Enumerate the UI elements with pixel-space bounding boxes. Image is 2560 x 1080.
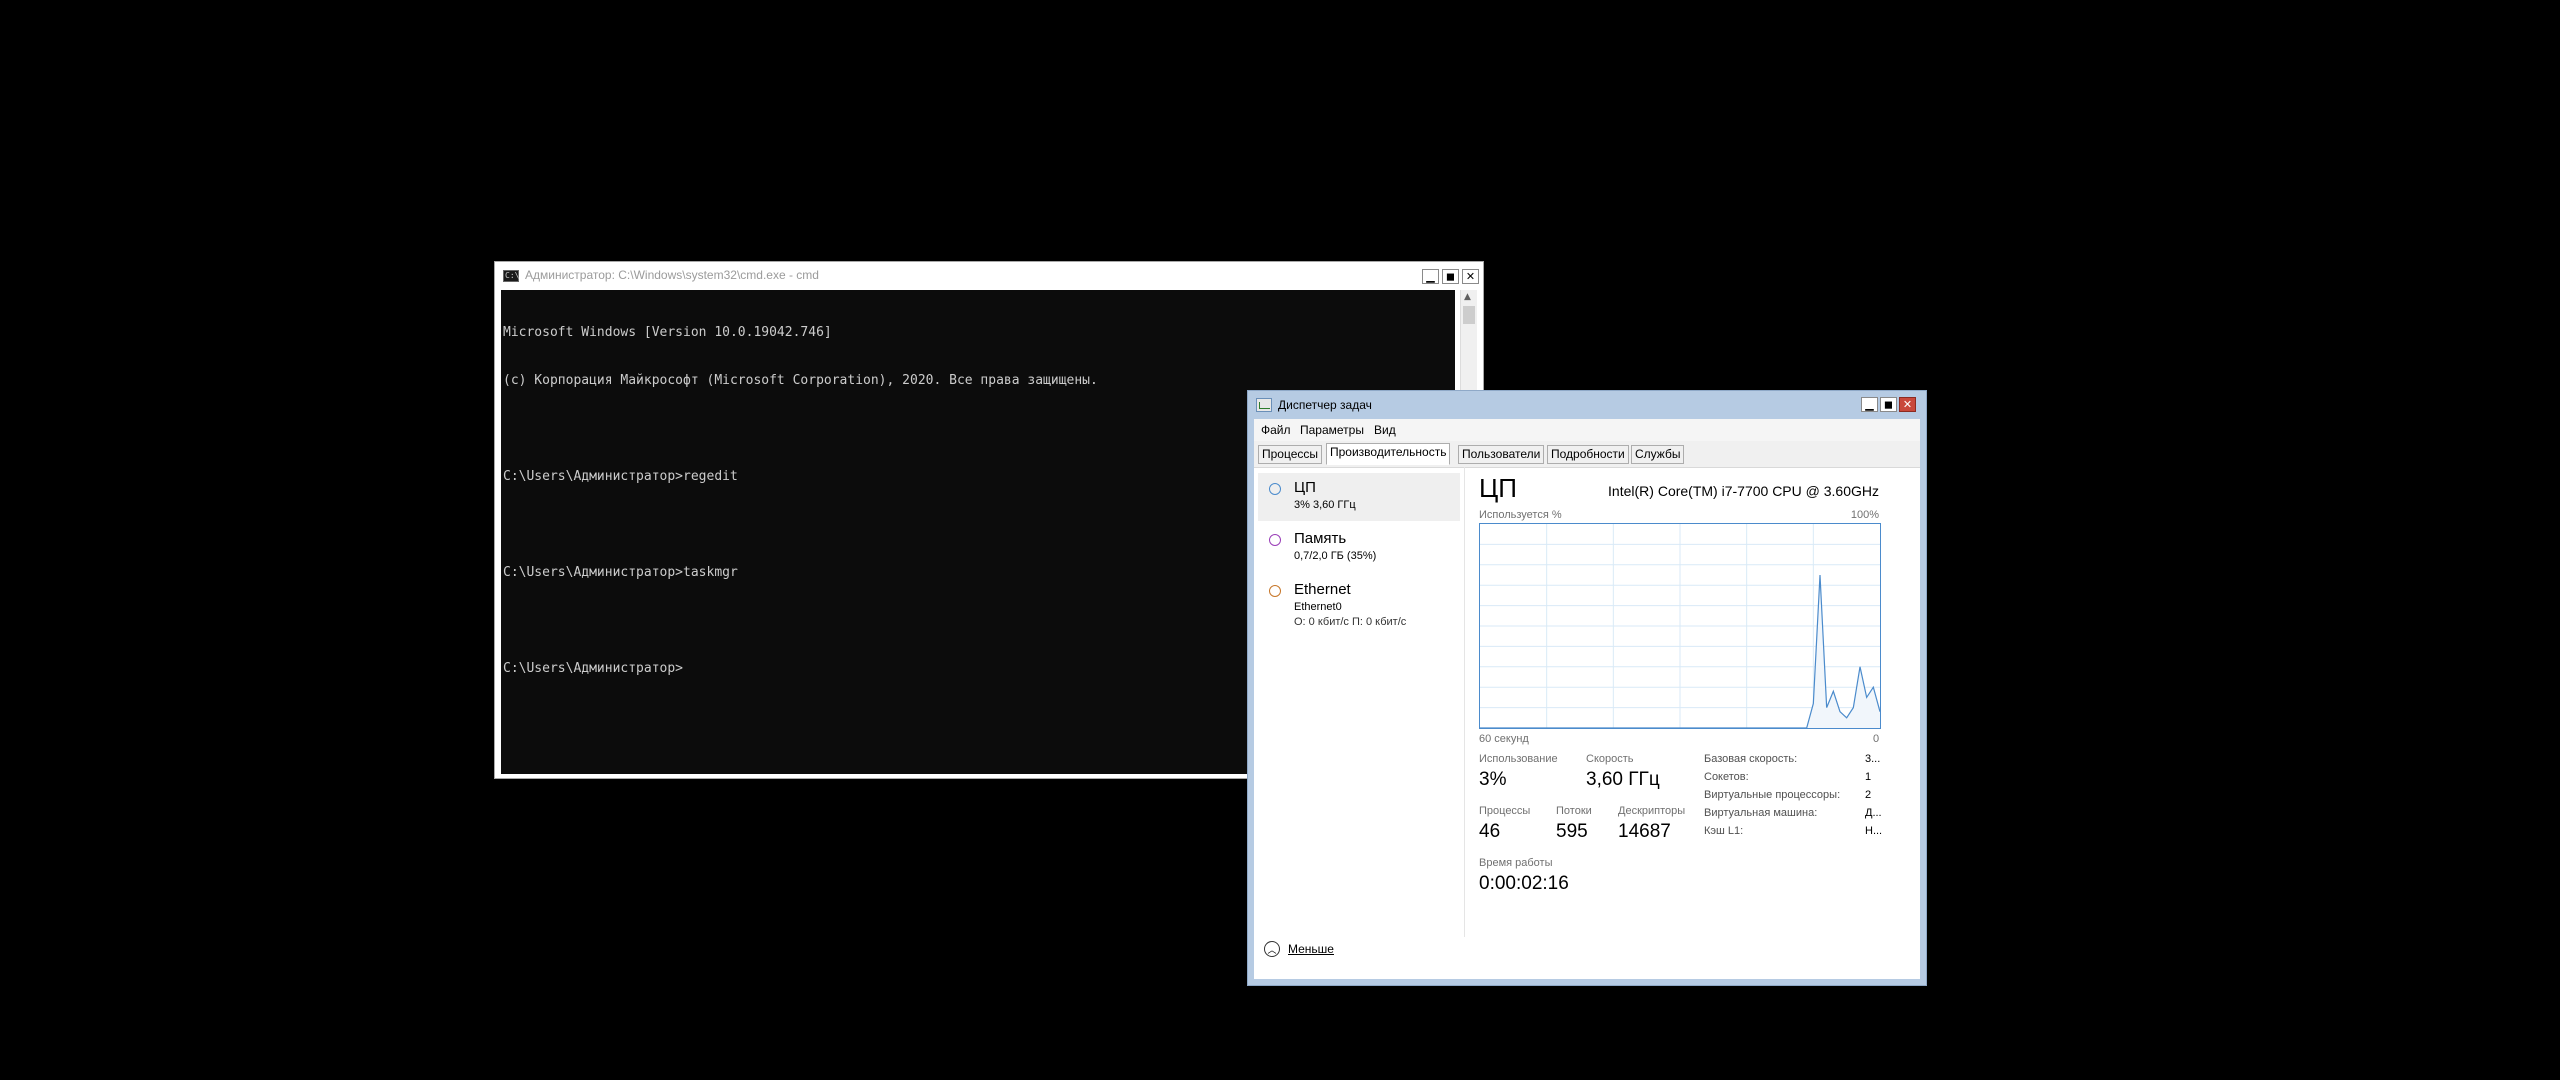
tab-processes[interactable]: Процессы: [1258, 445, 1323, 464]
maximize-button[interactable]: ◼: [1880, 397, 1897, 412]
page-title: ЦП: [1479, 473, 1517, 503]
menu-options[interactable]: Параметры: [1300, 423, 1364, 437]
graph-ymax: 100%: [1850, 509, 1879, 521]
sidebar-item-sub2: О: 0 кбит/с П: 0 кбит/с: [1294, 616, 1407, 628]
taskmgr-app-icon: [1256, 398, 1272, 412]
console-line: Microsoft Windows [Version 10.0.19042.74…: [503, 325, 832, 340]
graph-xzero: 0: [1873, 733, 1880, 745]
menu-view[interactable]: Вид: [1374, 423, 1396, 437]
detail-key: Виртуальные процессоры:: [1704, 789, 1841, 801]
sidebar-item-cpu[interactable]: ЦП 3% 3,60 ГГц: [1258, 473, 1460, 521]
detail-key: Виртуальная машина:: [1704, 807, 1818, 819]
close-button[interactable]: ✕: [1899, 397, 1916, 412]
sidebar-item-label: ЦП: [1294, 479, 1316, 496]
speed-value: 3,60 ГГц: [1586, 769, 1660, 790]
close-button[interactable]: ✕: [1462, 269, 1479, 284]
graph-ylabel: Используется %: [1479, 509, 1562, 521]
taskmgr-client: Файл Параметры Вид Процессы Производител…: [1254, 419, 1920, 979]
minimize-icon: ▁: [1865, 398, 1874, 411]
detail-key: Кэш L1:: [1704, 825, 1744, 837]
tab-services[interactable]: Службы: [1631, 445, 1685, 464]
detail-value: Д...: [1865, 807, 1882, 819]
sidebar-item-label: Ethernet: [1294, 581, 1351, 598]
usage-value: 3%: [1479, 769, 1507, 790]
sidebar-item-memory[interactable]: Память 0,7/2,0 ГБ (35%): [1258, 524, 1460, 572]
detail-value: 3...: [1865, 753, 1881, 765]
detail-value: 1: [1865, 771, 1872, 783]
minimize-button[interactable]: ▁: [1422, 269, 1439, 284]
detail-key: Сокетов:: [1704, 771, 1749, 783]
cpu-details-panel: ЦП Intel(R) Core(TM) i7-7700 CPU @ 3.60G…: [1479, 467, 1899, 937]
performance-sidebar: ЦП 3% 3,60 ГГц Память 0,7/2,0 ГБ (35%) E…: [1254, 467, 1465, 937]
threads-value: 595: [1556, 821, 1588, 842]
cmd-titlebar[interactable]: C:\ Администратор: C:\Windows\system32\c…: [495, 262, 1483, 290]
detail-value: 2: [1865, 789, 1872, 801]
chevron-up-icon: ︿: [1264, 941, 1280, 957]
cpu-model: Intel(R) Core(TM) i7-7700 CPU @ 3.60GHz: [1608, 483, 1879, 499]
sidebar-item-ethernet[interactable]: Ethernet Ethernet0 О: 0 кбит/с П: 0 кбит…: [1258, 575, 1460, 635]
task-manager-window[interactable]: Диспетчер задач ▁ ◼ ✕ Файл Параметры Вид…: [1247, 390, 1927, 986]
sidebar-item-sub: Ethernet0: [1294, 601, 1342, 613]
memory-ring-icon: [1269, 534, 1281, 546]
close-icon: ✕: [1465, 270, 1476, 283]
threads-label: Потоки: [1556, 805, 1592, 817]
detail-key: Базовая скорость:: [1704, 753, 1798, 765]
cpu-usage-graph: [1479, 523, 1881, 729]
handles-label: Дескрипторы: [1618, 805, 1686, 817]
uptime-label: Время работы: [1479, 857, 1553, 869]
detail-value: Н...: [1865, 825, 1883, 837]
minimize-icon: ▁: [1426, 270, 1435, 283]
fewer-details-label: Меньше: [1288, 942, 1334, 956]
minimize-button[interactable]: ▁: [1861, 397, 1878, 412]
usage-label: Использование: [1479, 753, 1558, 765]
tab-performance[interactable]: Производительность: [1326, 443, 1451, 465]
maximize-icon: ◼: [1445, 270, 1456, 283]
scroll-up-icon[interactable]: ▲: [1464, 292, 1471, 302]
maximize-icon: ◼: [1883, 398, 1894, 411]
menu-bar: Файл Параметры Вид: [1254, 419, 1920, 441]
maximize-button[interactable]: ◼: [1442, 269, 1459, 284]
sidebar-item-sub: 0,7/2,0 ГБ (35%): [1294, 550, 1377, 562]
speed-label: Скорость: [1586, 753, 1634, 765]
sidebar-item-label: Память: [1294, 530, 1347, 547]
graph-xlabel: 60 секунд: [1479, 733, 1529, 745]
tab-details[interactable]: Подробности: [1547, 445, 1629, 464]
processes-label: Процессы: [1479, 805, 1531, 817]
menu-file[interactable]: Файл: [1261, 423, 1291, 437]
cmd-app-icon: C:\: [503, 270, 520, 282]
close-icon: ✕: [1902, 398, 1913, 411]
scroll-thumb[interactable]: [1463, 306, 1475, 324]
console-line: (c) Корпорация Майкрософт (Microsoft Cor…: [503, 373, 1098, 388]
uptime-value: 0:00:02:16: [1479, 873, 1569, 894]
tab-users[interactable]: Пользователи: [1458, 445, 1545, 464]
taskmgr-window-title: Диспетчер задач: [1278, 398, 1372, 412]
handles-value: 14687: [1618, 821, 1671, 842]
cmd-window-title: Администратор: C:\Windows\system32\cmd.e…: [525, 268, 819, 282]
ethernet-ring-icon: [1269, 585, 1281, 597]
processes-value: 46: [1479, 821, 1501, 842]
sidebar-item-sub: 3% 3,60 ГГц: [1294, 499, 1356, 511]
tab-strip: Процессы Производительность Пользователи…: [1254, 441, 1920, 468]
cpu-ring-icon: [1269, 483, 1281, 495]
taskmgr-titlebar[interactable]: Диспетчер задач ▁ ◼ ✕: [1248, 391, 1926, 419]
